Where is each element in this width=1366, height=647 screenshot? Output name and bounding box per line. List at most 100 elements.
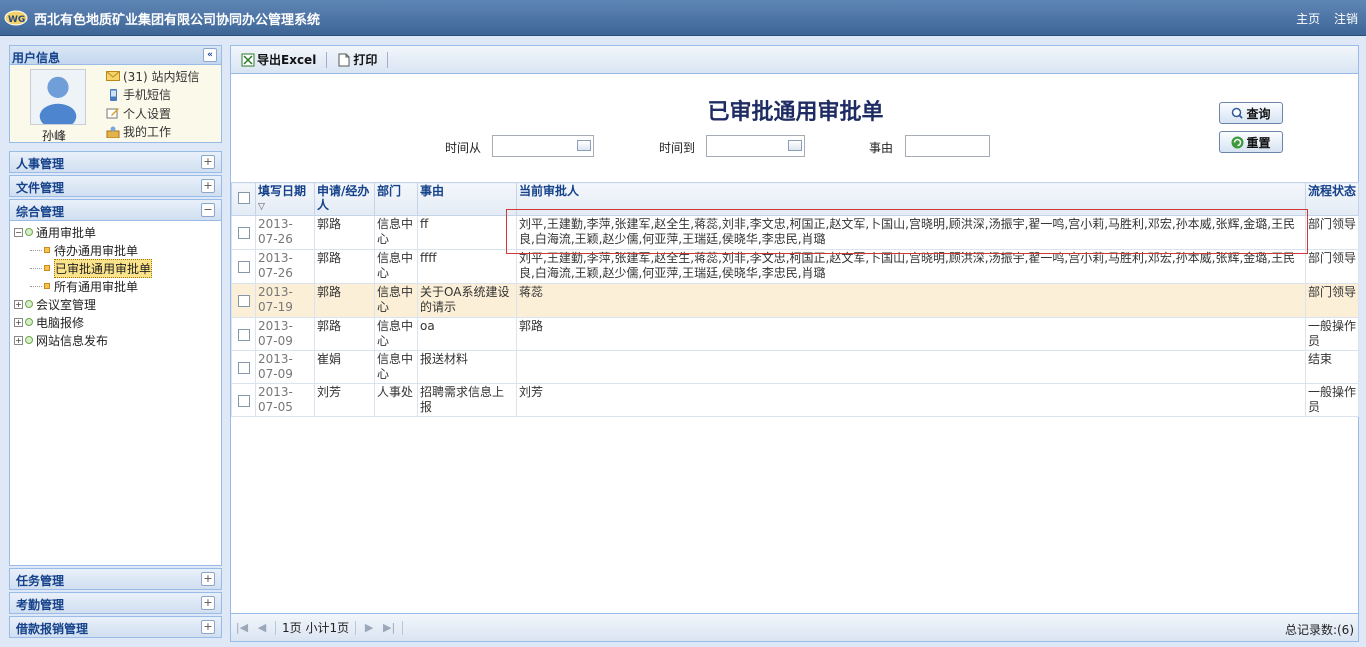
cell-date: 2013-07-26 bbox=[255, 249, 315, 284]
column-header-date[interactable]: 填写日期 ▽ bbox=[255, 182, 315, 216]
envelope-icon bbox=[106, 71, 120, 82]
row-checkbox[interactable] bbox=[237, 395, 250, 407]
user-info-header: 用户信息 « bbox=[9, 45, 222, 65]
page-info: 1页 小计1页 bbox=[282, 621, 350, 635]
time-to-label: 时间到 bbox=[659, 141, 696, 155]
user-links: (31) 站内短信 手机短信 个人设置 我的工作 bbox=[106, 67, 199, 141]
column-header-reason[interactable]: 事由 bbox=[417, 182, 517, 216]
company-logo-icon: WG bbox=[4, 10, 28, 26]
tree-item-approved[interactable]: 已审批通用审批单 bbox=[10, 258, 221, 278]
cell-applicant: 郭路 bbox=[314, 283, 375, 318]
tree-node-general-approval[interactable]: − 通用审批单 bbox=[10, 223, 221, 241]
tree-item-all-approval[interactable]: 所有通用审批单 bbox=[10, 277, 221, 295]
cell-approvers: 刘平,王建勤,李萍,张建军,赵全生,蒋蕊,刘非,李文忠,柯国正,赵文军,卜国山,… bbox=[516, 215, 1306, 250]
export-excel-button[interactable]: 导出Excel bbox=[241, 51, 316, 68]
row-checkbox[interactable] bbox=[237, 329, 250, 341]
tree-node-website-publish[interactable]: + 网站信息发布 bbox=[10, 331, 221, 349]
cell-department: 信息中心 bbox=[374, 317, 418, 351]
row-checkbox[interactable] bbox=[237, 362, 250, 374]
edit-icon bbox=[106, 108, 119, 119]
expand-icon[interactable]: + bbox=[201, 572, 215, 586]
search-icon bbox=[1232, 107, 1245, 120]
document-icon bbox=[338, 53, 350, 66]
table-row[interactable]: 2013-07-26 郭路 信息中心 ff 刘平,王建勤,李萍,张建军,赵全生,… bbox=[231, 215, 1359, 250]
sms-link[interactable]: 手机短信 bbox=[106, 86, 199, 105]
accordion-attendance[interactable]: 考勤管理 + bbox=[9, 592, 222, 614]
main-panel: 导出Excel 打印 已审批通用审批单 时间从 时间到 事由 查询 重置 填写日… bbox=[230, 45, 1359, 642]
tree-expand-icon[interactable]: + bbox=[14, 299, 23, 309]
tree-item-pending-approval[interactable]: 待办通用审批单 bbox=[10, 241, 221, 259]
tree-expand-icon[interactable]: + bbox=[14, 335, 23, 345]
my-work-link[interactable]: 我的工作 bbox=[106, 123, 199, 142]
expand-icon[interactable]: + bbox=[201, 596, 215, 610]
accordion-tasks[interactable]: 任务管理 + bbox=[9, 568, 222, 590]
table-row[interactable]: 2013-07-19 郭路 信息中心 关于OA系统建设的请示 蒋蕊 部门领导 bbox=[231, 283, 1359, 318]
row-checkbox[interactable] bbox=[237, 295, 250, 307]
column-header-department[interactable]: 部门 bbox=[374, 182, 418, 216]
internal-message-link[interactable]: (31) 站内短信 bbox=[106, 67, 199, 86]
cell-reason: oa bbox=[417, 317, 517, 351]
page-title: 已审批通用审批单 bbox=[707, 99, 884, 125]
expand-icon[interactable]: + bbox=[201, 620, 215, 634]
cell-status: 部门领导 bbox=[1305, 215, 1359, 250]
calendar-icon[interactable] bbox=[788, 140, 802, 151]
cell-department: 信息中心 bbox=[374, 350, 418, 384]
column-header-current-approvers[interactable]: 当前审批人 bbox=[516, 182, 1306, 216]
row-checkbox[interactable] bbox=[237, 227, 250, 239]
cell-date: 2013-07-09 bbox=[255, 350, 315, 384]
tree-expand-icon[interactable]: + bbox=[14, 317, 23, 327]
refresh-icon bbox=[1231, 136, 1244, 148]
accordion-general[interactable]: 综合管理 − bbox=[9, 199, 222, 221]
reset-button[interactable]: 重置 bbox=[1219, 131, 1283, 153]
mobile-phone-icon bbox=[110, 88, 117, 101]
last-page-icon[interactable]: ▶| bbox=[382, 621, 396, 635]
top-links: 主页 注销 bbox=[1286, 10, 1358, 27]
avatar bbox=[30, 69, 86, 125]
grid-header-row: 填写日期 ▽ 申请/经办人 部门 事由 当前审批人 流程状态 bbox=[231, 182, 1359, 216]
table-row[interactable]: 2013-07-09 崔娟 信息中心 报送材料 结束 bbox=[231, 350, 1359, 384]
cell-department: 信息中心 bbox=[374, 215, 418, 250]
column-header-applicant[interactable]: 申请/经办人 bbox=[314, 182, 375, 216]
cell-approvers: 刘芳 bbox=[516, 383, 1306, 417]
time-from-label: 时间从 bbox=[445, 141, 482, 155]
cell-approvers bbox=[516, 350, 1306, 384]
tree-node-meeting-room[interactable]: + 会议室管理 bbox=[10, 295, 221, 313]
select-all-checkbox[interactable] bbox=[237, 192, 250, 204]
leaf-icon bbox=[44, 283, 50, 289]
first-page-icon[interactable]: |◀ bbox=[235, 621, 249, 635]
accordion-documents[interactable]: 文件管理 + bbox=[9, 175, 222, 197]
search-button[interactable]: 查询 bbox=[1219, 102, 1283, 124]
tree-node-pc-repair[interactable]: + 电脑报修 bbox=[10, 313, 221, 331]
expand-icon[interactable]: + bbox=[201, 155, 215, 169]
accordion-reimbursement[interactable]: 借款报销管理 + bbox=[9, 616, 222, 638]
logout-link[interactable]: 注销 bbox=[1334, 12, 1358, 26]
cell-reason: 招聘需求信息上报 bbox=[417, 383, 517, 417]
cell-status: 结束 bbox=[1305, 350, 1359, 384]
prev-page-icon[interactable]: ◀ bbox=[255, 621, 269, 635]
home-link[interactable]: 主页 bbox=[1296, 12, 1320, 26]
next-page-icon[interactable]: ▶ bbox=[362, 621, 376, 635]
row-checkbox[interactable] bbox=[237, 261, 250, 273]
approval-grid: 填写日期 ▽ 申请/经办人 部门 事由 当前审批人 流程状态 2013-07-2… bbox=[231, 182, 1359, 417]
table-row[interactable]: 2013-07-05 刘芳 人事处 招聘需求信息上报 刘芳 一般操作员 bbox=[231, 383, 1359, 417]
cell-applicant: 郭路 bbox=[314, 249, 375, 284]
folder-icon bbox=[25, 318, 33, 326]
table-row[interactable]: 2013-07-26 郭路 信息中心 ffff 刘平,王建勤,李萍,张建军,赵全… bbox=[231, 249, 1359, 284]
accordion-hr[interactable]: 人事管理 + bbox=[9, 151, 222, 173]
folder-icon bbox=[25, 300, 33, 308]
folder-icon bbox=[25, 228, 33, 236]
collapse-icon[interactable]: − bbox=[201, 203, 215, 217]
cell-approvers: 郭路 bbox=[516, 317, 1306, 351]
expand-icon[interactable]: + bbox=[201, 179, 215, 193]
print-button[interactable]: 打印 bbox=[337, 51, 377, 68]
personal-settings-link[interactable]: 个人设置 bbox=[106, 104, 199, 123]
cell-status: 部门领导 bbox=[1305, 249, 1359, 284]
tree-collapse-icon[interactable]: − bbox=[14, 227, 23, 237]
calendar-icon[interactable] bbox=[577, 140, 591, 151]
excel-icon bbox=[241, 53, 255, 66]
table-row[interactable]: 2013-07-09 郭路 信息中心 oa 郭路 一般操作员 bbox=[231, 317, 1359, 351]
reason-input[interactable] bbox=[905, 135, 990, 157]
collapse-left-panel-button[interactable]: « bbox=[203, 48, 217, 62]
column-header-status[interactable]: 流程状态 bbox=[1305, 182, 1359, 216]
cell-applicant: 郭路 bbox=[314, 317, 375, 351]
